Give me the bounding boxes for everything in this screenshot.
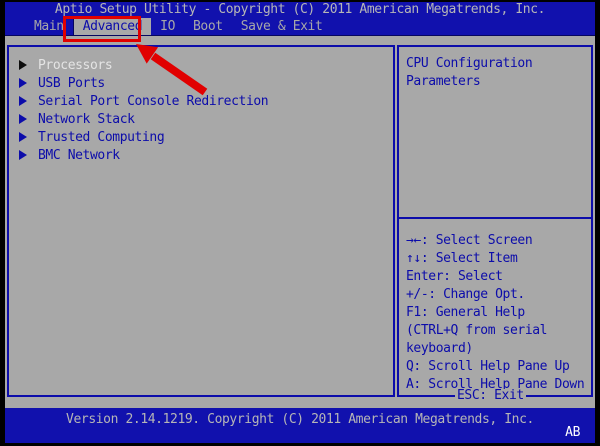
menu-item-label: Trusted Computing [38,129,165,145]
submenu-arrow-icon [19,132,27,142]
tab-main[interactable]: Main [25,18,73,35]
submenu-arrow-icon [19,96,27,106]
menu-bar: Main Advanced IO Boot Save & Exit [5,18,595,36]
key-legend-line: F1: General Help [406,305,525,320]
submenu-arrow-icon [19,78,27,88]
tab-boot[interactable]: Boot [184,18,232,35]
menu-item-serial-port-console-redirection[interactable]: Serial Port Console Redirection [17,92,393,110]
tab-io[interactable]: IO [151,18,184,35]
menu-item-trusted-computing[interactable]: Trusted Computing [17,128,393,146]
key-legend-esc: ESC: Exit [455,388,526,403]
key-legend-line: +/-: Change Opt. [406,287,525,302]
menu-item-label: USB Ports [38,75,105,91]
key-legend-line: Q: Scroll Help Pane Up [406,359,570,374]
key-legend-line: ↑↓: Select Item [406,251,518,266]
title-text: Aptio Setup Utility - Copyright (C) 2011… [54,2,546,17]
status-bar: Version 2.14.1219. Copyright (C) 2011 Am… [5,408,595,443]
bios-setup-screen: { "title_bar": { "text": "Aptio Setup Ut… [0,0,600,446]
corner-label: AB [565,425,580,440]
menu-item-label: BMC Network [38,147,120,163]
help-panel: CPU Configuration Parameters →←: Select … [397,45,593,403]
menu-item-network-stack[interactable]: Network Stack [17,110,393,128]
settings-panel: Processors USB Ports Serial Port Console… [7,45,395,397]
key-legend-line: →←: Select Screen [406,233,533,248]
submenu-arrow-icon [19,150,27,160]
menu-item-label: Serial Port Console Redirection [38,93,269,109]
tab-advanced[interactable]: Advanced [72,18,152,35]
help-description-line: Parameters [406,74,481,89]
menu-item-usb-ports[interactable]: USB Ports [17,74,393,92]
help-description: CPU Configuration Parameters [399,47,591,219]
title-bar: Aptio Setup Utility - Copyright (C) 2011… [5,2,595,18]
menu-item-processors[interactable]: Processors [17,56,393,74]
key-legend-line: Enter: Select [406,269,503,284]
submenu-arrow-icon [19,114,27,124]
key-legend-line: keyboard) [406,341,473,356]
menu-item-label: Processors [38,57,113,73]
key-legend: →←: Select Screen ↑↓: Select Item Enter:… [399,219,591,395]
menu-item-bmc-network[interactable]: BMC Network [17,146,393,164]
version-text: Version 2.14.1219. Copyright (C) 2011 Am… [66,412,534,427]
submenu-arrow-icon [19,60,27,70]
key-legend-line: (CTRL+Q from serial [406,323,548,338]
help-description-line: CPU Configuration [406,56,533,71]
main-area: Processors USB Ports Serial Port Console… [5,36,595,408]
tab-save-exit[interactable]: Save & Exit [232,18,332,35]
screen-frame: Aptio Setup Utility - Copyright (C) 2011… [5,2,595,443]
menu-item-label: Network Stack [38,111,135,127]
